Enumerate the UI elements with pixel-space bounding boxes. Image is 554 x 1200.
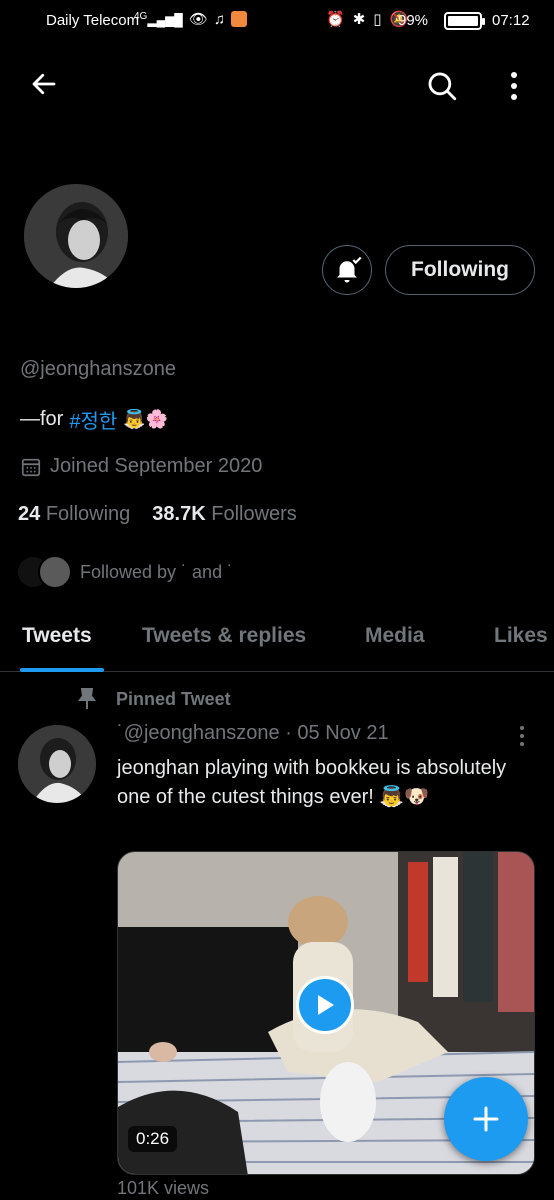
search-button[interactable] [420, 64, 464, 108]
tweet-more-button[interactable] [510, 722, 534, 752]
joined-text: Joined September 2020 [50, 455, 263, 477]
tab-tweets-replies[interactable]: Tweets & replies [142, 624, 306, 648]
tab-likes[interactable]: Likes [494, 624, 548, 648]
bio-emojis: 👼🌸 [123, 409, 169, 429]
compose-tweet-button[interactable] [444, 1077, 528, 1161]
pinned-label: Pinned Tweet [78, 688, 231, 710]
more-vertical-icon [520, 726, 524, 746]
battery-percent: 99% [398, 12, 429, 29]
status-left-icons: 4G▂▄▆█ 👁 ♫ [134, 10, 248, 28]
notification-bell-button[interactable] [322, 245, 372, 295]
following-button[interactable]: Following [385, 245, 535, 295]
tweet-views: 101K views [117, 1178, 210, 1198]
music-icon: ♫ [213, 10, 226, 28]
active-tab-indicator [20, 668, 104, 672]
eye-icon: 👁 [188, 11, 208, 28]
status-bar: Daily Telecom 4G▂▄▆█ 👁 ♫ ⏰ ✱ ▯ 🔕 99% 07:… [0, 0, 554, 42]
avatar [38, 555, 72, 589]
video-play-button[interactable] [296, 976, 354, 1034]
profile-tabs: Tweets Tweets & replies Media Likes [0, 610, 554, 672]
followers-label: Followers [211, 503, 297, 525]
top-app-bar [0, 56, 554, 116]
signal-icon: 4G▂▄▆█ [134, 11, 183, 27]
bio-text: —for [20, 408, 64, 430]
more-vertical-icon [511, 72, 517, 100]
avatar-image [24, 184, 128, 288]
following-label: Following [45, 503, 131, 525]
tab-media[interactable]: Media [365, 624, 425, 648]
followed-by-row[interactable]: Followed by ˙ and ˙ [16, 555, 233, 589]
profile-handle: @jeonghanszone [20, 358, 176, 380]
tweet-text: jeonghan playing with bookkeu is absolut… [117, 757, 507, 808]
followers-count: 38.7K [152, 503, 206, 525]
following-stat[interactable]: 24 Following [18, 503, 130, 526]
follow-stats: 24 Following 38.7K Followers [18, 503, 297, 526]
pinned-text: Pinned Tweet [116, 688, 231, 709]
avatar-image [18, 725, 96, 803]
followed-by-text: Followed by ˙ and ˙ [80, 561, 234, 582]
followers-stat[interactable]: 38.7K Followers [152, 503, 297, 526]
pin-icon [78, 688, 96, 709]
joined-date: Joined September 2020 [20, 455, 262, 478]
battery-icon [444, 12, 485, 30]
tweet-meta: ˙@jeonghanszone · 05 Nov 21 [117, 722, 389, 744]
carrier-name: Daily Telecom [46, 12, 140, 29]
bio-hashtag-link[interactable]: #정한 [69, 405, 117, 434]
clock: 07:12 [492, 12, 530, 29]
calendar-icon [21, 458, 41, 476]
alarm-icon: ⏰ [326, 11, 345, 28]
bell-icon [337, 256, 362, 283]
video-duration-badge: 0:26 [128, 1126, 178, 1152]
search-icon [428, 72, 457, 101]
profile-bio: —for #정한 👼🌸 [20, 405, 168, 434]
tab-tweets[interactable]: Tweets [22, 624, 92, 648]
back-arrow-icon [32, 73, 56, 95]
vibrate-icon: ▯ [373, 11, 382, 28]
following-count: 24 [18, 503, 41, 525]
back-button[interactable] [24, 64, 64, 104]
compose-plus-icon [473, 1106, 499, 1132]
profile-avatar[interactable] [20, 180, 132, 292]
more-options-button[interactable] [500, 64, 528, 108]
play-icon [318, 995, 334, 1015]
followed-by-avatars [16, 555, 72, 589]
bluetooth-icon: ✱ [352, 11, 366, 28]
status-right-icons: ⏰ ✱ ▯ 🔕 [326, 10, 408, 28]
app-notification-icon [231, 11, 248, 27]
tweet-author-avatar[interactable] [18, 725, 96, 803]
